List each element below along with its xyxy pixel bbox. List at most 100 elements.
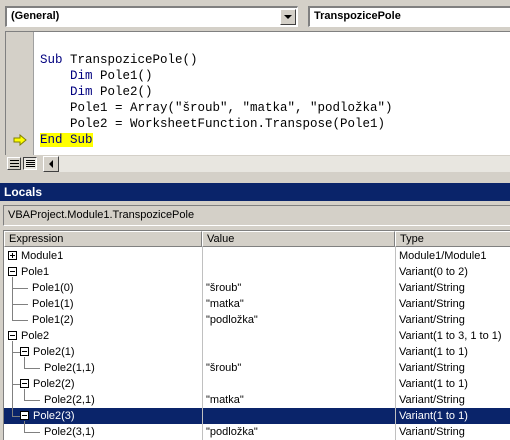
code-editor[interactable]: Sub TranspozicePole() Dim Pole1() Dim Po… xyxy=(5,31,510,155)
tree-connector xyxy=(24,368,40,369)
code-keyword: End xyxy=(40,133,71,147)
cell-expression: Pole1(1) xyxy=(32,298,74,310)
table-row[interactable]: Pole2(2,1) "matka" Variant/String xyxy=(4,392,510,408)
cell-type: Variant/String xyxy=(399,314,465,326)
locals-title-bar[interactable]: Locals xyxy=(0,183,510,201)
cell-type: Variant/String xyxy=(399,426,465,438)
cell-expression: Pole2(1,1) xyxy=(44,362,95,374)
table-row[interactable]: Pole2(3) Variant(1 to 1) xyxy=(4,408,510,424)
collapse-minus-icon[interactable] xyxy=(20,411,29,420)
tree-connector xyxy=(12,304,28,305)
cell-value: "šroub" xyxy=(206,282,242,294)
code-keyword: Sub xyxy=(40,53,71,67)
tree-connector xyxy=(12,277,13,320)
chevron-down-icon xyxy=(284,15,292,19)
code-keyword: Dim xyxy=(40,69,101,83)
procedure-combo[interactable]: TranspozicePole xyxy=(308,6,510,27)
code-window: (General) TranspozicePole Sub Transpozic… xyxy=(0,0,510,177)
tree-connector xyxy=(12,352,20,353)
cell-type: Variant(1 to 1) xyxy=(399,378,468,390)
table-row[interactable]: Pole1(0) "šroub" Variant/String xyxy=(4,280,510,296)
cell-value: "podložka" xyxy=(206,426,258,438)
code-keyword: Sub xyxy=(70,133,93,147)
table-row[interactable]: Pole2(1,1) "šroub" Variant/String xyxy=(4,360,510,376)
cell-type: Module1/Module1 xyxy=(399,250,487,262)
tree-connector xyxy=(12,384,20,385)
code-line[interactable]: Pole1 = Array("šroub", "matka", "podložk… xyxy=(40,100,393,116)
cell-expression: Pole1 xyxy=(21,266,50,278)
procedure-combo-value: TranspozicePole xyxy=(314,10,401,22)
code-text: Pole1 = Array("šroub", "matka", "podložk… xyxy=(40,101,393,115)
locals-context-label: VBAProject.Module1.TranspozicePole xyxy=(8,209,195,221)
column-header-type[interactable]: Type xyxy=(395,231,510,247)
cell-value: "matka" xyxy=(206,394,244,406)
code-text: TranspozicePole() xyxy=(70,53,198,67)
cell-expression: Pole2(3,1) xyxy=(44,426,95,438)
cell-type: Variant/String xyxy=(399,362,465,374)
type-column-separator xyxy=(395,247,396,440)
locals-grid[interactable]: Expression Value Type Module1 Module1/Mod… xyxy=(3,230,510,440)
value-column-separator xyxy=(202,247,203,440)
column-header-value[interactable]: Value xyxy=(202,231,395,247)
collapse-minus-icon[interactable] xyxy=(8,267,17,276)
table-row[interactable]: Pole2(1) Variant(1 to 1) xyxy=(4,344,510,360)
code-text: Pole2() xyxy=(100,85,153,99)
execution-pointer-arrow-icon xyxy=(13,134,27,146)
cell-value: "šroub" xyxy=(206,362,242,374)
code-line[interactable]: Sub TranspozicePole() xyxy=(40,52,198,68)
code-line[interactable]: End Sub xyxy=(40,132,93,148)
tree-connector xyxy=(24,357,25,368)
tree-connector xyxy=(12,416,20,417)
tree-connector xyxy=(12,288,28,289)
chevron-left-icon xyxy=(49,160,53,168)
code-window-footer xyxy=(5,155,510,172)
scroll-left-button[interactable] xyxy=(43,156,59,172)
locals-context: VBAProject.Module1.TranspozicePole xyxy=(3,205,510,226)
cell-type: Variant/String xyxy=(399,298,465,310)
code-text: Pole2 = WorksheetFunction.Transpose(Pole… xyxy=(40,117,386,131)
object-combo[interactable]: (General) xyxy=(5,6,298,27)
table-row[interactable]: Pole2 Variant(1 to 3, 1 to 1) xyxy=(4,328,510,344)
object-combo-value: (General) xyxy=(11,10,60,22)
cell-expression: Pole2(2) xyxy=(33,378,75,390)
cell-expression: Pole2(2,1) xyxy=(44,394,95,406)
cell-value: "podložka" xyxy=(206,314,258,326)
object-combo-dropdown-button[interactable] xyxy=(280,9,296,25)
collapse-minus-icon[interactable] xyxy=(8,331,17,340)
cell-type: Variant/String xyxy=(399,394,465,406)
table-row[interactable]: Pole1(2) "podložka" Variant/String xyxy=(4,312,510,328)
table-row[interactable]: Pole2(2) Variant(1 to 1) xyxy=(4,376,510,392)
cell-expression: Module1 xyxy=(21,250,64,262)
cell-expression: Pole1(0) xyxy=(32,282,74,294)
expand-plus-icon[interactable] xyxy=(8,251,17,260)
horizontal-scrollbar-track[interactable] xyxy=(59,156,510,172)
cell-type: Variant(1 to 1) xyxy=(399,346,468,358)
tree-connector xyxy=(24,421,25,432)
cell-type: Variant(0 to 2) xyxy=(399,266,468,278)
table-row[interactable]: Pole2(3,1) "podložka" Variant/String xyxy=(4,424,510,440)
table-row[interactable]: Module1 Module1/Module1 xyxy=(4,248,510,264)
full-module-view-button[interactable] xyxy=(23,157,37,170)
code-line[interactable]: Dim Pole1() xyxy=(40,68,153,84)
code-keyword: Dim xyxy=(40,85,101,99)
cell-expression: Pole2(1) xyxy=(33,346,75,358)
cell-expression: Pole1(2) xyxy=(32,314,74,326)
collapse-minus-icon[interactable] xyxy=(20,379,29,388)
cell-type: Variant(1 to 3, 1 to 1) xyxy=(399,330,502,342)
column-header-expression[interactable]: Expression xyxy=(4,231,202,247)
cell-type: Variant/String xyxy=(399,282,465,294)
procedure-view-button[interactable] xyxy=(7,157,21,170)
collapse-minus-icon[interactable] xyxy=(20,347,29,356)
tree-connector xyxy=(12,320,28,321)
cell-type: Variant(1 to 1) xyxy=(399,410,468,422)
cell-expression: Pole2(3) xyxy=(33,410,75,422)
cell-expression: Pole2 xyxy=(21,330,50,342)
table-row[interactable]: Pole1 Variant(0 to 2) xyxy=(4,264,510,280)
code-text: Pole1() xyxy=(100,69,153,83)
code-line[interactable]: Pole2 = WorksheetFunction.Transpose(Pole… xyxy=(40,116,385,132)
table-row[interactable]: Pole1(1) "matka" Variant/String xyxy=(4,296,510,312)
cell-value: "matka" xyxy=(206,298,244,310)
code-line[interactable]: Dim Pole2() xyxy=(40,84,153,100)
tree-connector xyxy=(12,341,13,416)
tree-connector xyxy=(24,432,40,433)
